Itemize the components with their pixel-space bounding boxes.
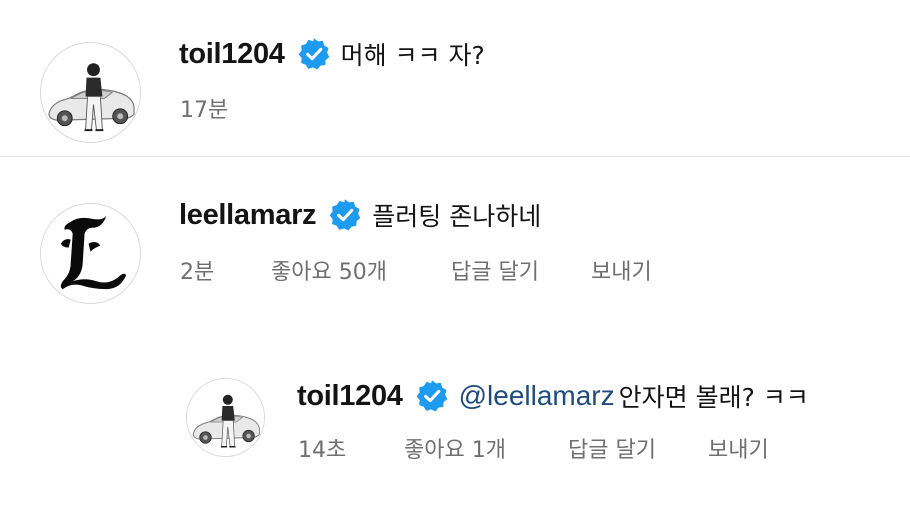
timestamp: 14초 [298, 438, 347, 463]
avatar[interactable] [186, 378, 265, 457]
mention-link[interactable]: @leellamarz [459, 380, 615, 412]
send-button[interactable]: 보내기 [591, 254, 652, 286]
likes-count[interactable]: 좋아요 1개 [404, 432, 506, 464]
likes-count[interactable]: 좋아요 50개 [271, 254, 387, 286]
comment-text: 플러팅 존나하네 [372, 202, 542, 231]
comment-header: toil1204 @leellamarz 안자면 볼래? ㅋㅋ [297, 376, 809, 416]
username[interactable]: leellamarz [179, 199, 317, 232]
reply-button[interactable]: 답글 달기 [451, 254, 539, 286]
timestamp: 2분 [180, 260, 215, 285]
avatar[interactable] [40, 42, 141, 143]
comment-text: 머해 ㅋㅋ 자? [340, 41, 485, 70]
reply-item: toil1204 @leellamarz 안자면 볼래? ㅋㅋ 14초 좋아요 … [0, 360, 910, 480]
username[interactable]: toil1204 [179, 38, 285, 71]
comment-text: 안자면 볼래? ㅋㅋ [618, 383, 809, 412]
avatar[interactable] [40, 203, 141, 304]
username[interactable]: toil1204 [297, 380, 403, 413]
verified-badge-icon [415, 379, 449, 413]
timestamp: 17분 [180, 98, 229, 123]
verified-badge-icon [328, 198, 362, 232]
reply-button[interactable]: 답글 달기 [568, 432, 656, 464]
car-person-avatar-icon [187, 379, 264, 456]
send-button[interactable]: 보내기 [708, 432, 769, 464]
gothic-letter-l-avatar-icon [41, 204, 140, 303]
comment-item: toil1204 머해 ㅋㅋ 자? 17분 [0, 0, 910, 156]
comment-header: toil1204 머해 ㅋㅋ 자? [179, 34, 485, 74]
verified-badge-icon [297, 37, 331, 71]
comment-item: leellamarz 플러팅 존나하네 2분 좋아요 50개 답글 달기 보내기 [0, 157, 910, 317]
car-person-avatar-icon [41, 43, 140, 142]
comment-header: leellamarz 플러팅 존나하네 [179, 195, 541, 235]
